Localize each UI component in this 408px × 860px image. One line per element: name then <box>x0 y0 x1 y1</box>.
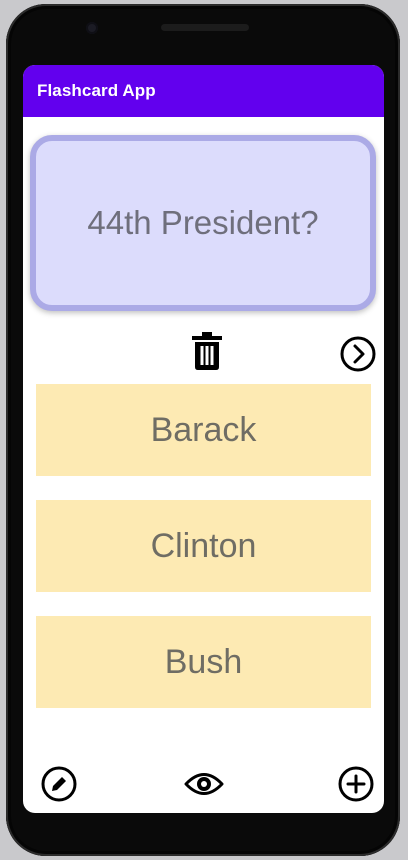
flashcard-question[interactable]: 44th President? <box>30 135 376 311</box>
question-text: 44th President? <box>87 204 319 241</box>
earpiece-speaker <box>161 24 249 31</box>
answer-option-2[interactable]: Clinton <box>36 500 371 592</box>
app-bar: Flashcard App <box>23 65 384 117</box>
phone-frame: Flashcard App 44th President? Barack Cli… <box>6 4 400 856</box>
eye-icon[interactable] <box>184 769 224 799</box>
plus-circle-icon[interactable] <box>337 765 375 803</box>
app-screen: Flashcard App 44th President? Barack Cli… <box>23 65 384 813</box>
pencil-circle-icon[interactable] <box>40 765 78 803</box>
app-title: Flashcard App <box>37 81 156 100</box>
answer-option-1[interactable]: Barack <box>36 384 371 476</box>
trash-icon[interactable] <box>191 331 223 371</box>
answer-option-3[interactable]: Bush <box>36 616 371 708</box>
front-camera <box>86 22 98 34</box>
chevron-right-circle-icon[interactable] <box>339 335 377 373</box>
